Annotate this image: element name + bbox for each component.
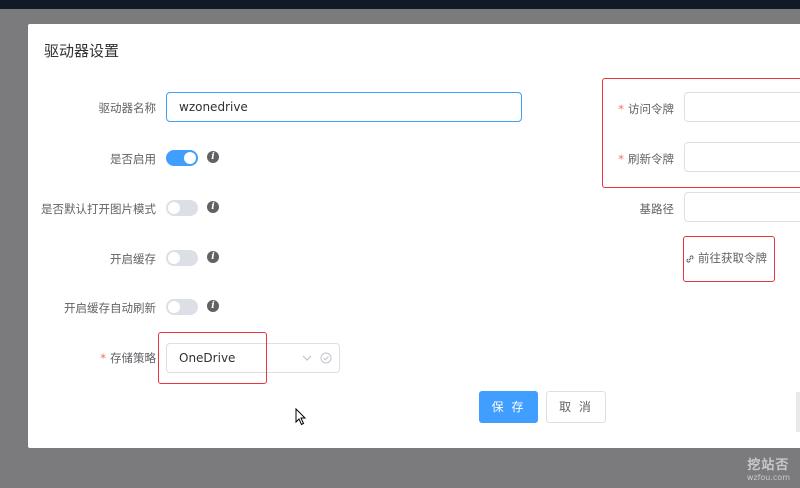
switch-knob	[168, 202, 180, 214]
mouse-cursor-icon	[295, 408, 307, 426]
cancel-button[interactable]: 取 消	[546, 391, 606, 423]
storage-label-text: 存储策略	[110, 351, 156, 365]
cache-label: 开启缓存	[110, 252, 156, 266]
info-icon[interactable]: i	[207, 300, 219, 312]
enabled-label: 是否启用	[110, 152, 156, 166]
info-icon[interactable]: i	[207, 201, 219, 213]
token-highlight-box	[602, 78, 800, 188]
default-image-mode-label: 是否默认打开图片模式	[41, 202, 156, 216]
base-path-input[interactable]	[684, 192, 800, 222]
required-mark: *	[100, 351, 106, 365]
enabled-switch[interactable]	[166, 150, 198, 166]
switch-knob	[184, 152, 196, 164]
cache-auto-refresh-switch[interactable]	[166, 299, 198, 315]
top-bar	[0, 0, 800, 9]
watermark: 挖站否 wzfou.com	[747, 454, 790, 482]
scrollbar-edge[interactable]	[796, 392, 800, 432]
default-image-mode-switch[interactable]	[166, 200, 198, 216]
drive-settings-dialog: 驱动器设置 驱动器名称 wzonedrive 是否启用 i 是否默认打开图片模式…	[28, 24, 800, 448]
chevron-down-icon	[302, 355, 312, 361]
cache-switch[interactable]	[166, 250, 198, 266]
watermark-subtitle: wzfou.com	[746, 473, 790, 482]
info-icon[interactable]: i	[207, 251, 219, 263]
switch-knob	[168, 301, 180, 313]
drive-name-label: 驱动器名称	[98, 101, 157, 115]
base-path-label: 基路径	[639, 202, 675, 216]
save-button[interactable]: 保 存	[479, 391, 538, 423]
info-icon[interactable]: i	[207, 151, 219, 163]
check-circle-icon	[320, 352, 332, 364]
link-highlight-box	[683, 236, 775, 282]
drive-name-input[interactable]: wzonedrive	[166, 92, 522, 122]
storage-highlight-box	[158, 332, 267, 384]
dialog-title: 驱动器设置	[44, 42, 120, 60]
storage-label: * 存储策略	[6, 350, 156, 366]
cache-auto-refresh-label: 开启缓存自动刷新	[64, 301, 156, 315]
watermark-title: 挖站否	[747, 458, 790, 473]
switch-knob	[168, 252, 180, 264]
